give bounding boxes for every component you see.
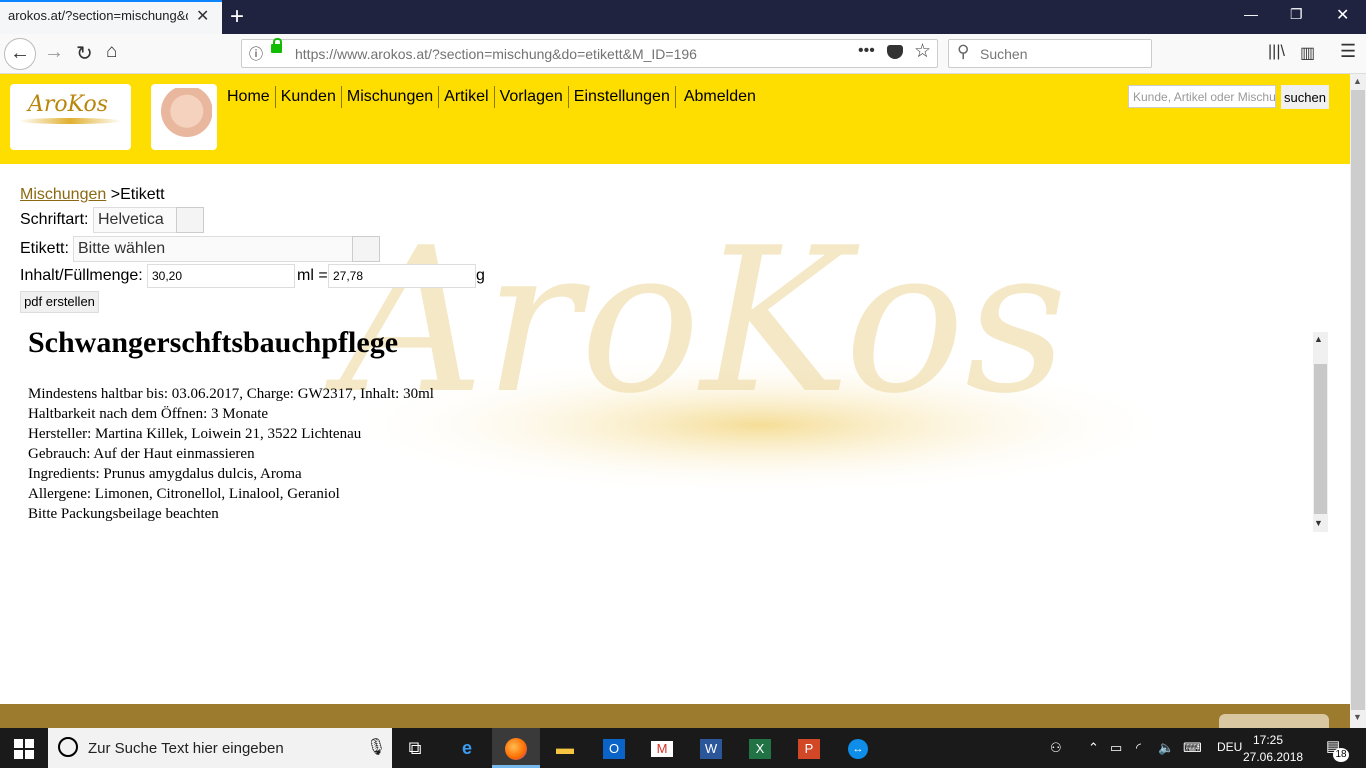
- breadcrumb-current: >Etikett: [110, 186, 165, 203]
- browser-search-placeholder: Suchen: [980, 46, 1028, 62]
- logo-swoosh: [18, 118, 122, 124]
- nav-abmelden[interactable]: Abmelden: [676, 86, 761, 108]
- cortana-icon: [58, 737, 78, 757]
- label-title: Schwangerschftsbauchpflege: [28, 326, 399, 359]
- teamviewer-icon[interactable]: ↔: [841, 732, 875, 764]
- info-icon[interactable]: ⓘ: [249, 44, 263, 64]
- label-line: Bitte Packungsbeilage beachten: [28, 506, 219, 522]
- page-scroll-up-icon[interactable]: ▲: [1353, 76, 1362, 86]
- windows-start-icon[interactable]: [14, 739, 34, 759]
- taskbar-search-text: Zur Suche Text hier eingeben: [88, 740, 284, 757]
- powerpoint-icon[interactable]: P: [792, 732, 826, 764]
- forward-icon[interactable]: →: [44, 41, 64, 64]
- outlook-icon[interactable]: O: [597, 732, 631, 764]
- clock-date[interactable]: 27.06.2018: [1243, 750, 1303, 764]
- nav-kunden[interactable]: Kunden: [276, 86, 342, 108]
- reload-icon[interactable]: ↻: [76, 41, 93, 66]
- breadcrumb: Mischungen >Etikett: [20, 186, 165, 204]
- word-icon[interactable]: W: [694, 732, 728, 764]
- page-actions-icon[interactable]: •••: [858, 42, 875, 60]
- g-input[interactable]: 27,78: [328, 264, 476, 288]
- scroll-down-icon[interactable]: ▼: [1314, 518, 1323, 528]
- clock-time[interactable]: 17:25: [1253, 733, 1283, 747]
- keyboard-icon[interactable]: ⌨: [1183, 740, 1202, 756]
- language-indicator[interactable]: DEU: [1217, 740, 1242, 754]
- logo-text: AroKos: [28, 92, 109, 117]
- nav-mischungen[interactable]: Mischungen: [342, 86, 440, 108]
- label-line: Mindestens haltbar bis: 03.06.2017, Char…: [28, 386, 434, 402]
- scroll-up-icon[interactable]: ▲: [1314, 334, 1323, 344]
- label-line: Gebrauch: Auf der Haut einmassieren: [28, 446, 255, 462]
- preview-scrollbar-thumb[interactable]: [1314, 364, 1327, 514]
- etikett-select[interactable]: Bitte wählen: [73, 236, 354, 262]
- label-line: Hersteller: Martina Killek, Loiwein 21, …: [28, 426, 362, 442]
- tab-close-icon[interactable]: ✕: [196, 6, 209, 26]
- file-explorer-icon[interactable]: ▬: [548, 732, 582, 764]
- label-line: Allergene: Limonen, Citronellol, Linaloo…: [28, 486, 340, 502]
- nav-home[interactable]: Home: [227, 86, 276, 108]
- ml-unit: ml =: [297, 267, 328, 284]
- home-icon[interactable]: ⌂: [106, 41, 117, 63]
- library-icon[interactable]: |||\: [1268, 43, 1285, 61]
- ml-input[interactable]: 30,20: [147, 264, 295, 288]
- battery-icon[interactable]: ▭: [1110, 740, 1122, 756]
- site-search-button[interactable]: suchen: [1281, 85, 1329, 109]
- volume-icon[interactable]: 🔈: [1158, 740, 1174, 756]
- back-icon[interactable]: ←: [4, 38, 36, 70]
- bookmark-star-icon[interactable]: ☆: [914, 40, 931, 63]
- breadcrumb-link-mischungen[interactable]: Mischungen: [20, 186, 106, 203]
- people-icon[interactable]: ⚇: [1050, 740, 1062, 756]
- pdf-create-button[interactable]: pdf erstellen: [20, 291, 99, 313]
- font-select-button[interactable]: [176, 207, 204, 233]
- tray-chevron-icon[interactable]: ⌃: [1088, 740, 1099, 756]
- firefox-icon[interactable]: [499, 732, 533, 764]
- content-label: Inhalt/Füllmenge:: [20, 267, 143, 284]
- nav-vorlagen[interactable]: Vorlagen: [495, 86, 569, 108]
- footer-tab[interactable]: [1219, 714, 1329, 728]
- site-footer: [0, 704, 1350, 728]
- minimize-icon[interactable]: —: [1244, 6, 1258, 22]
- lock-icon: [271, 38, 282, 53]
- nav-einstellungen[interactable]: Einstellungen: [569, 86, 676, 108]
- g-unit: g: [476, 267, 485, 284]
- hamburger-menu-icon[interactable]: ☰: [1340, 41, 1356, 62]
- label-line: Ingredients: Prunus amygdalus dulcis, Ar…: [28, 466, 302, 482]
- nav-artikel[interactable]: Artikel: [439, 86, 495, 108]
- label-line: Haltbarkeit nach dem Öffnen: 3 Monate: [28, 406, 269, 422]
- etikett-label: Etikett:: [20, 240, 69, 257]
- new-tab-icon[interactable]: +: [230, 3, 244, 31]
- excel-icon[interactable]: X: [743, 732, 777, 764]
- page-scroll-down-icon[interactable]: ▼: [1353, 712, 1362, 722]
- url-text[interactable]: https://www.arokos.at/?section=mischung&…: [295, 46, 697, 62]
- gmail-icon[interactable]: M: [645, 732, 679, 764]
- etikett-select-button[interactable]: [352, 236, 380, 262]
- face-image: [156, 88, 212, 146]
- font-select[interactable]: Helvetica: [93, 207, 177, 233]
- notification-badge: 18: [1333, 748, 1349, 762]
- restore-icon[interactable]: ❐: [1290, 6, 1303, 23]
- close-window-icon[interactable]: ✕: [1336, 5, 1349, 25]
- page-scrollbar-thumb[interactable]: [1351, 90, 1365, 710]
- tab-title: arokos.at/?section=mischung&do=: [8, 8, 188, 23]
- task-view-icon[interactable]: ⧉: [398, 732, 432, 764]
- browser-search-box[interactable]: [948, 39, 1152, 68]
- sidebar-icon[interactable]: ▥: [1300, 43, 1315, 63]
- wifi-icon[interactable]: ◜: [1136, 740, 1141, 756]
- main-nav: Home Kunden Mischungen Artikel Vorlagen …: [227, 86, 761, 108]
- edge-icon[interactable]: e: [450, 732, 484, 764]
- site-search-input[interactable]: Kunde, Artikel oder Mischung: [1128, 85, 1276, 108]
- search-icon: ⚲: [957, 42, 970, 61]
- font-label: Schriftart:: [20, 211, 89, 228]
- microphone-icon[interactable]: 🎙: [366, 737, 386, 757]
